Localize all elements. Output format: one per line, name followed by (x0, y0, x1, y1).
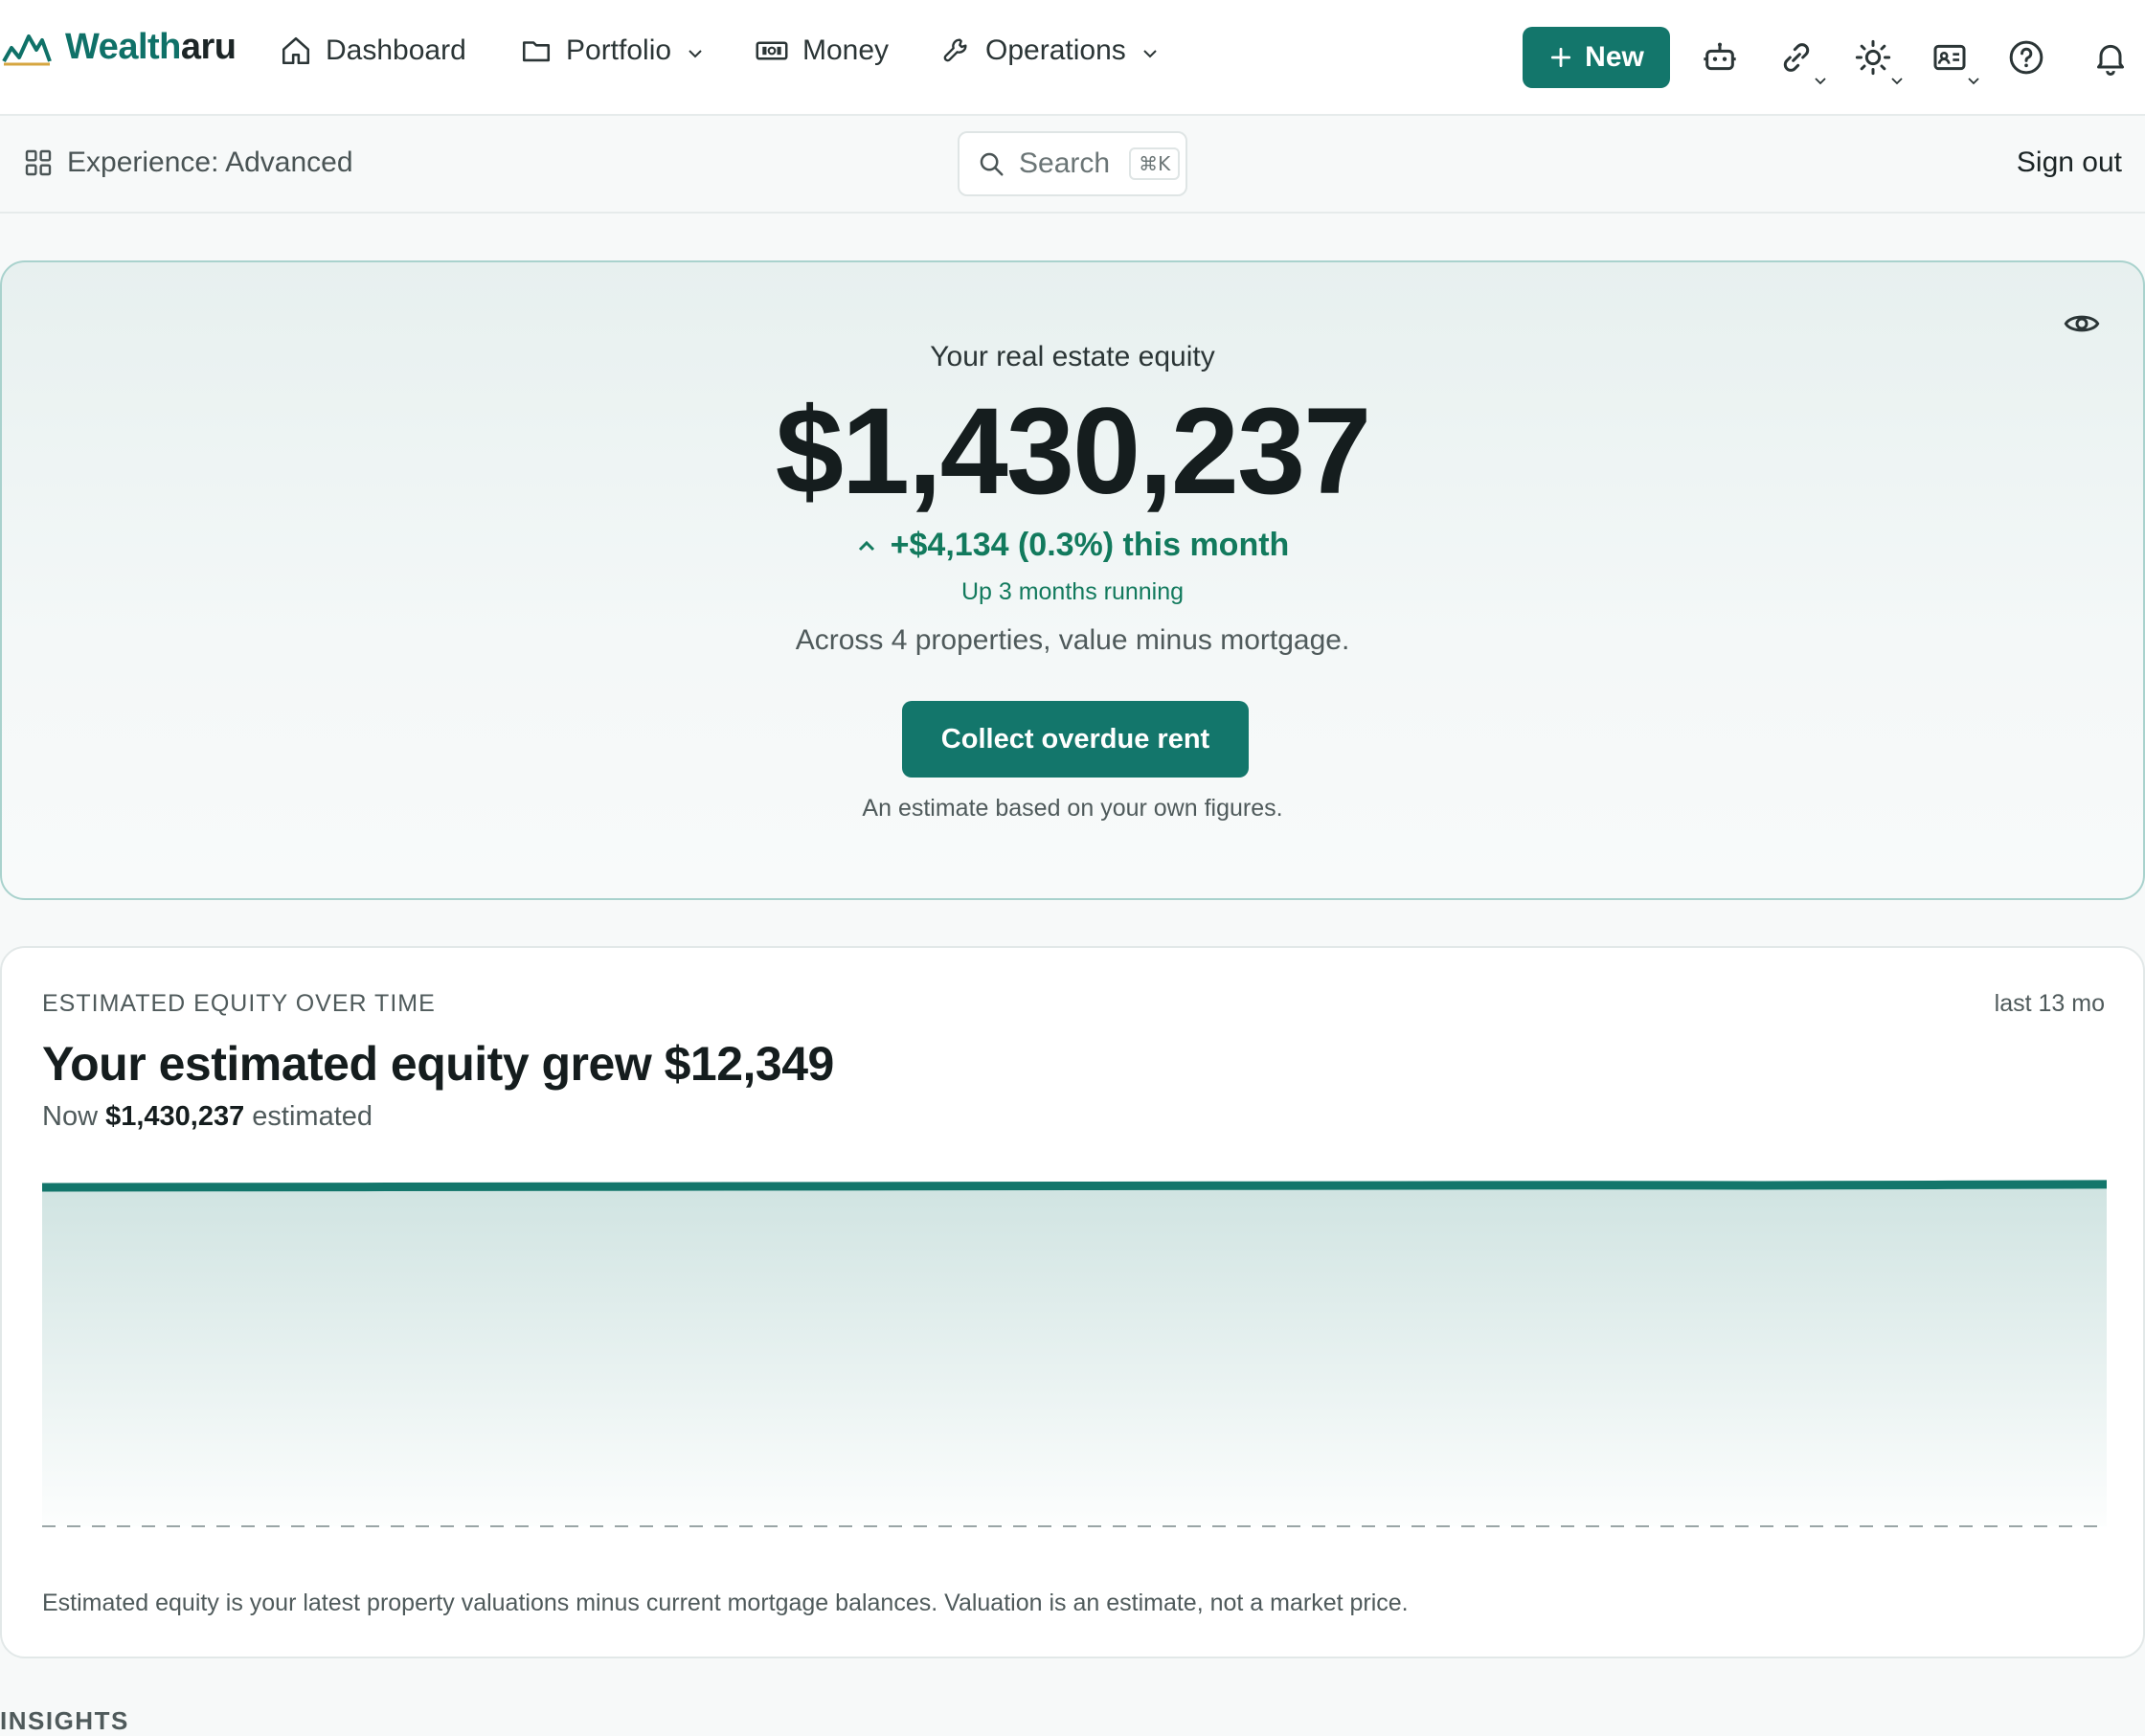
nav-operations[interactable]: Operations (941, 34, 1159, 67)
card-sub-suffix: estimated (252, 1101, 373, 1132)
chevron-down-icon[interactable] (1890, 77, 1904, 86)
chevron-down-icon[interactable] (1967, 77, 1980, 86)
search-label: Search (1019, 147, 1110, 180)
experience-switcher[interactable]: Experience: Advanced (23, 147, 353, 179)
time-range-label: last 13 mo (1995, 990, 2105, 1018)
chevron-down-icon (687, 48, 704, 59)
nav-money-label: Money (802, 34, 889, 67)
card-sub-value: $1,430,237 (105, 1101, 244, 1132)
cash-icon (755, 34, 789, 67)
plus-icon (1548, 45, 1573, 70)
sign-out-link[interactable]: Sign out (2017, 147, 2122, 179)
search-button[interactable]: Search ⌘K (958, 131, 1187, 196)
nav-dashboard[interactable]: Dashboard (280, 34, 466, 67)
card-sub-prefix: Now (42, 1101, 98, 1132)
wrench-icon (941, 35, 972, 66)
nav-portfolio[interactable]: Portfolio (520, 34, 704, 67)
nav-money[interactable]: Money (755, 34, 889, 67)
brand-logo[interactable]: Wealtharu (2, 27, 237, 68)
hero-eyebrow: Your real estate equity (2, 341, 2143, 373)
streak-text: Up 3 months running (2, 578, 2143, 606)
monthly-change-text: +$4,134 (0.3%) this month (891, 527, 1290, 564)
collect-overdue-rent-button[interactable]: Collect overdue rent (902, 701, 1249, 778)
chart-logo-icon (2, 29, 52, 67)
new-button-label: New (1585, 41, 1644, 74)
card-title: Your estimated equity grew $12,349 (42, 1036, 834, 1092)
brand-name: Wealtharu (65, 27, 237, 68)
nav-operations-label: Operations (985, 34, 1126, 67)
chart-footnote: Estimated equity is your latest property… (42, 1589, 1409, 1617)
card-eyebrow: ESTIMATED EQUITY OVER TIME (42, 990, 436, 1018)
chevron-down-icon[interactable] (1814, 77, 1827, 86)
nav-dashboard-label: Dashboard (326, 34, 466, 67)
grid-icon (23, 147, 54, 178)
experience-label: Experience: Advanced (67, 147, 353, 179)
equity-value: $1,430,237 (2, 385, 2143, 520)
nav-portfolio-label: Portfolio (566, 34, 671, 67)
home-icon (280, 34, 312, 67)
equity-over-time-card: ESTIMATED EQUITY OVER TIME last 13 mo Yo… (0, 946, 2145, 1658)
top-navigation: Wealtharu Dashboard Portfolio Money Oper… (0, 0, 2145, 116)
sun-icon[interactable] (1854, 38, 1892, 77)
monthly-change: +$4,134 (0.3%) this month (2, 527, 2143, 564)
equity-area-chart (42, 1170, 2107, 1534)
equity-area-fill (42, 1184, 2107, 1526)
insights-heading: INSIGHTS (0, 1706, 129, 1736)
bell-icon[interactable] (2091, 38, 2130, 77)
folder-icon (520, 34, 553, 67)
link-icon[interactable] (1777, 38, 1816, 77)
robot-icon[interactable] (1701, 38, 1739, 77)
equity-hero-card: Your real estate equity $1,430,237 +$4,1… (0, 260, 2145, 900)
secondary-bar: Experience: Advanced Search ⌘K Sign out (0, 116, 2145, 214)
chevron-up-icon (856, 538, 877, 553)
new-button[interactable]: New (1523, 27, 1670, 88)
search-shortcut: ⌘K (1129, 147, 1180, 180)
chevron-down-icon (1141, 48, 1159, 59)
search-icon (977, 149, 1005, 178)
eye-icon[interactable] (2063, 304, 2101, 343)
card-subtitle: Now $1,430,237 estimated (42, 1101, 373, 1133)
id-card-icon[interactable] (1930, 38, 1969, 77)
estimate-note: An estimate based on your own figures. (2, 795, 2143, 823)
help-icon[interactable] (2007, 38, 2045, 77)
hero-description: Across 4 properties, value minus mortgag… (2, 624, 2143, 657)
